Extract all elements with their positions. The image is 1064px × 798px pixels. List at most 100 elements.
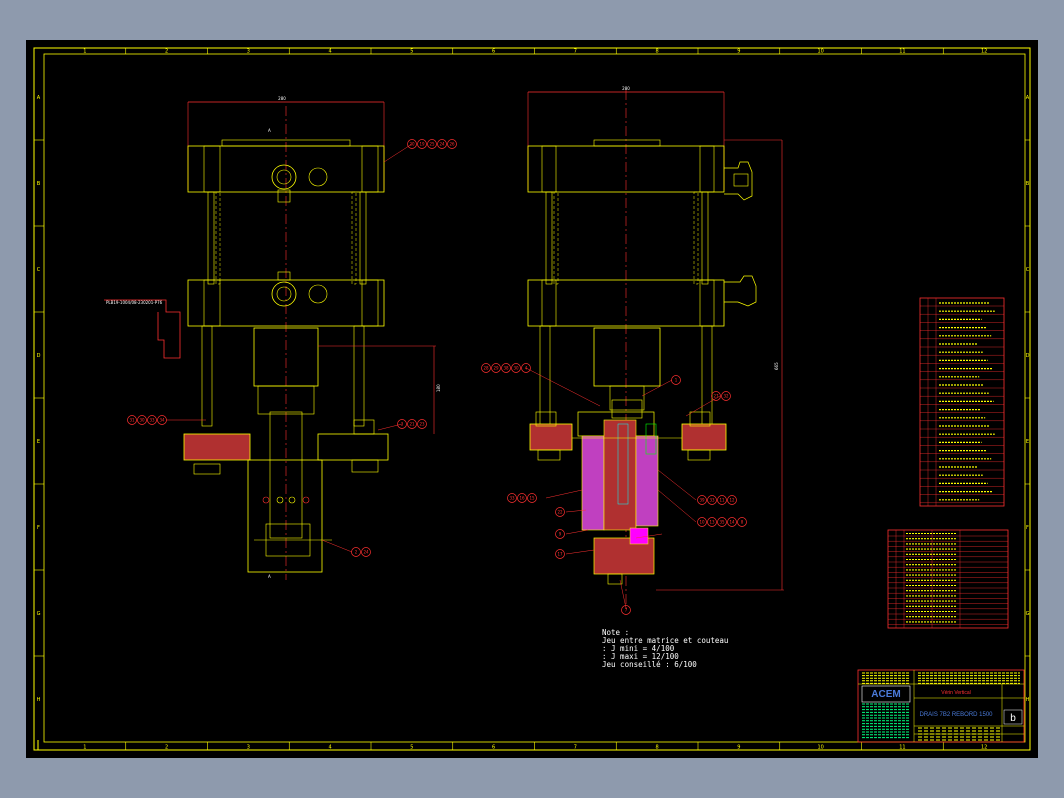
- balloon-number: 33: [149, 417, 155, 422]
- column-markers-bottom: 1 2 3 4 5 6 7 8 9 10 11 12: [83, 742, 987, 751]
- column-marker: 2: [165, 745, 168, 751]
- left-callout-label: PLB19-1004/08-230201-P76: [106, 300, 163, 305]
- left-elevation-view: 280 A A PLB19-1004/08-230201-P76 180: [104, 96, 441, 580]
- row-marker: E: [37, 439, 40, 445]
- balloon-number: 30: [513, 365, 519, 370]
- view-label-top: A: [268, 128, 271, 133]
- row-marker: G: [1026, 611, 1030, 617]
- balloon-number: 26: [449, 141, 455, 146]
- column-marker: 3: [247, 49, 250, 55]
- column-marker: 9: [737, 745, 740, 751]
- balloon-number: 30: [139, 417, 145, 422]
- row-marker: F: [1026, 525, 1029, 531]
- column-marker: 5: [410, 49, 413, 55]
- balloon-number: 9: [559, 531, 562, 536]
- column-marker: 4: [329, 49, 332, 55]
- balloon-number: 11: [719, 497, 725, 502]
- balloon-number: 17: [557, 551, 563, 556]
- title-block: ACEM Vérin Vertical DRAIS 7B2 REBORD 150…: [857, 669, 1025, 743]
- column-marker: 12: [981, 49, 987, 55]
- balloon-number: 7: [625, 607, 628, 612]
- balloon-number: 27: [713, 393, 719, 398]
- note-block: Note : Jeu entre matrice et couteau : J …: [602, 628, 728, 669]
- column-marker: 10: [817, 49, 823, 55]
- balloon-number: 12: [729, 497, 735, 502]
- balloon-number: 21: [409, 421, 415, 426]
- column-marker: 11: [899, 745, 905, 751]
- row-marker: A: [37, 95, 41, 101]
- column-marker: 5: [410, 745, 413, 751]
- drawing-reference: DRAIS 7B2 REBORD 1500: [919, 712, 993, 718]
- row-marker: A: [1026, 95, 1030, 101]
- row-marker: C: [37, 267, 41, 273]
- column-markers-top: 1 2 3 4 5 6 7 8 9 10 11 12: [83, 48, 987, 55]
- row-marker: C: [1026, 267, 1030, 273]
- parts-list-lower: [887, 529, 1009, 629]
- row-marker: F: [37, 525, 40, 531]
- row-marker: G: [37, 611, 41, 617]
- row-marker: B: [1026, 181, 1030, 187]
- balloon-number: 33: [709, 497, 715, 502]
- drawing-sheet: 1 2 3 4 5 6 7 8 9 10 11 12 1 2 3 4 5 6 7 8 9 10 11 12 ABCDEFGH…: [33, 47, 1031, 751]
- row-marker: B: [37, 181, 41, 187]
- balloon-number: 23: [419, 421, 425, 426]
- row-marker: D: [1026, 353, 1030, 359]
- balloon-number: 22: [557, 509, 563, 514]
- balloon-number: 10: [699, 519, 705, 524]
- parts-list-upper: [919, 297, 1005, 507]
- column-marker: 10: [817, 745, 823, 751]
- balloon-number: 32: [723, 393, 729, 398]
- column-marker: 8: [656, 49, 659, 55]
- inner-frame: [43, 53, 1026, 743]
- company-logo: ACEM: [871, 689, 900, 700]
- balloon-number: 24: [439, 141, 445, 146]
- row-marker: E: [1026, 439, 1029, 445]
- revision-letter: b: [1010, 713, 1016, 724]
- cad-drawing-viewport[interactable]: 1 2 3 4 5 6 7 8 9 10 11 12 1 2 3 4 5 6 7 8 9 10 11 12 ABCDEFGH…: [26, 40, 1038, 758]
- balloon-number: 28: [483, 365, 489, 370]
- balloon-number: 33: [509, 495, 515, 500]
- column-marker: 7: [574, 745, 577, 751]
- balloon-number: 14: [729, 519, 735, 524]
- column-marker: 2: [165, 49, 168, 55]
- column-marker: 3: [247, 745, 250, 751]
- balloon-number: 19: [419, 141, 425, 146]
- balloon-number: 3: [401, 421, 404, 426]
- column-marker: 8: [656, 745, 659, 751]
- column-marker: 6: [492, 49, 495, 55]
- balloon-number: 1: [675, 377, 678, 382]
- balloon-number: 35: [719, 519, 725, 524]
- column-marker: 6: [492, 745, 495, 751]
- balloon-number: 39: [699, 497, 705, 502]
- balloon-number: 2: [355, 549, 358, 554]
- column-marker: 1: [83, 745, 86, 751]
- left-height-dimension: 180: [436, 384, 441, 392]
- column-marker: 11: [899, 49, 905, 55]
- balloon-number: 15: [529, 495, 535, 500]
- balloon-number: 31: [129, 417, 135, 422]
- view-label-bottom: A: [268, 574, 271, 579]
- column-marker: 7: [574, 49, 577, 55]
- right-section-view: 280 665: [525, 86, 784, 610]
- right-height-dimension: 665: [774, 362, 779, 370]
- balloon-number: 29: [493, 365, 499, 370]
- drawing-title: Vérin Vertical: [941, 690, 970, 696]
- balloon-number: 24: [363, 549, 369, 554]
- column-marker: 9: [737, 49, 740, 55]
- column-marker: 12: [981, 745, 987, 751]
- column-marker: 4: [329, 745, 332, 751]
- left-width-dimension: 280: [278, 96, 286, 101]
- balloon-number: 25: [429, 141, 435, 146]
- balloon-number: 4: [525, 365, 528, 370]
- row-marker: D: [37, 353, 41, 359]
- row-marker: H: [1026, 697, 1030, 703]
- balloon-number: 34: [159, 417, 165, 422]
- row-markers-left: A B C D E F G H: [34, 95, 44, 703]
- balloon-number: 8: [741, 519, 744, 524]
- balloon-number: 20: [409, 141, 415, 146]
- balloon-number: 38: [503, 365, 509, 370]
- row-marker: H: [37, 697, 41, 703]
- column-marker: 1: [83, 49, 86, 55]
- row-markers-right: A B C D E F G H: [1025, 95, 1030, 703]
- outer-frame: [33, 47, 1031, 751]
